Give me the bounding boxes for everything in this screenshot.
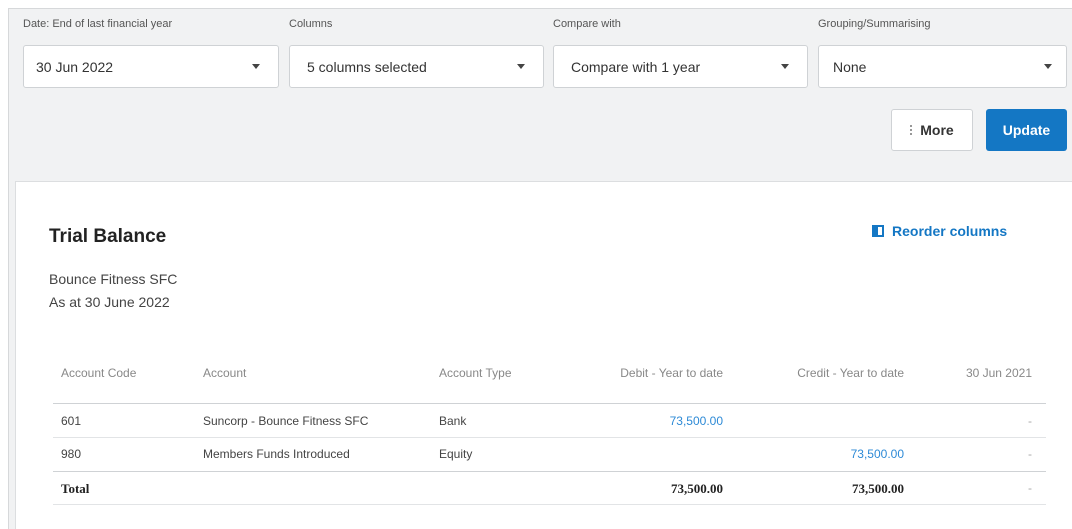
compare-select[interactable]: Compare with 1 year (553, 45, 808, 88)
update-button[interactable]: Update (986, 109, 1067, 151)
total-prior-year: - (1028, 481, 1032, 495)
prior-year-cell: - (1028, 414, 1032, 428)
credit-amount-link[interactable]: 73,500.00 (743, 447, 904, 461)
total-debit: 73,500.00 (671, 481, 723, 496)
header-debit-ytd[interactable]: Debit - Year to date (560, 366, 723, 380)
table-header-divider (53, 403, 1046, 404)
account-name-cell: Suncorp - Bounce Fitness SFC (203, 414, 369, 428)
prior-year-cell: - (1028, 447, 1032, 461)
account-type-cell: Equity (439, 447, 473, 461)
chevron-down-icon (781, 64, 789, 69)
date-select[interactable]: 30 Jun 2022 (23, 45, 279, 88)
more-button[interactable]: More (891, 109, 973, 151)
chevron-down-icon (517, 64, 525, 69)
more-button-label: More (920, 122, 954, 138)
report-title: Trial Balance (49, 226, 167, 247)
grouping-filter-label: Grouping/Summarising (818, 18, 931, 30)
row-divider (53, 437, 1046, 438)
header-account-type[interactable]: Account Type (439, 366, 512, 380)
organisation-name: Bounce Fitness SFC (49, 271, 178, 287)
account-code-cell: 980 (61, 447, 82, 461)
grouping-select-value: None (833, 58, 867, 75)
account-type-cell: Bank (439, 414, 467, 428)
chevron-down-icon (252, 64, 260, 69)
compare-filter-label: Compare with (553, 18, 621, 30)
date-filter-label: Date: End of last financial year (23, 18, 173, 30)
header-account[interactable]: Account (203, 366, 246, 380)
columns-select[interactable]: 5 columns selected (289, 45, 544, 88)
debit-amount-link[interactable]: 73,500.00 (560, 414, 723, 428)
total-bottom-divider (53, 504, 1046, 505)
reorder-columns-label: Reorder columns (892, 223, 1008, 239)
account-name-cell: Members Funds Introduced (203, 447, 350, 461)
date-select-value: 30 Jun 2022 (36, 58, 114, 75)
total-label: Total (61, 481, 90, 496)
columns-filter-label: Columns (289, 18, 333, 30)
grouping-select[interactable]: None (818, 45, 1067, 88)
total-credit: 73,500.00 (852, 481, 904, 496)
header-credit-ytd[interactable]: Credit - Year to date (743, 366, 904, 380)
chevron-down-icon (1044, 64, 1052, 69)
reorder-columns-link[interactable]: Reorder columns (872, 223, 1007, 239)
account-code-cell: 601 (61, 414, 82, 428)
more-options-icon (910, 125, 913, 135)
columns-select-value: 5 columns selected (307, 58, 427, 75)
report-date: As at 30 June 2022 (49, 294, 170, 310)
columns-icon (872, 225, 884, 237)
header-prior-year[interactable]: 30 Jun 2021 (914, 366, 1032, 380)
total-divider (53, 471, 1046, 472)
update-button-label: Update (1002, 122, 1051, 138)
header-account-code[interactable]: Account Code (61, 366, 136, 380)
compare-select-value: Compare with 1 year (571, 58, 701, 75)
